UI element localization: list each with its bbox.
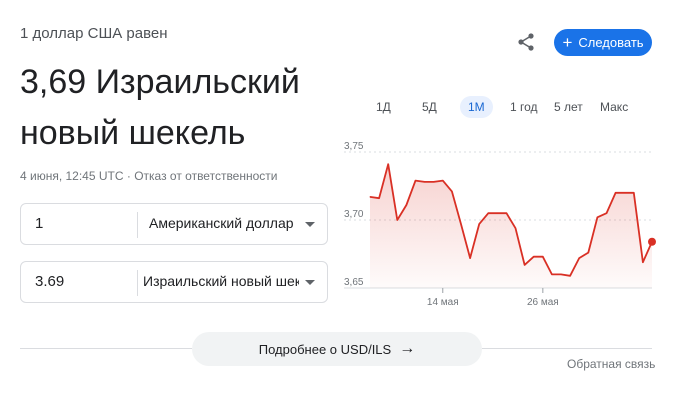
tab-5y[interactable]: 5 лет — [546, 96, 591, 118]
rate-date: 4 июня, 12:45 UTC — [20, 169, 124, 183]
chart-data-point — [606, 212, 607, 214]
chart-data-point — [487, 212, 489, 214]
chart-data-point — [615, 192, 617, 194]
chevron-down-icon[interactable] — [305, 222, 315, 227]
arrow-right-icon: → — [399, 340, 416, 357]
more-about-label: Подробнее о USD/ILS — [258, 341, 392, 357]
rate-meta: 4 июня, 12:45 UTC · Отказ от ответственн… — [20, 169, 277, 183]
chart-y-tick-label: 3,65 — [344, 277, 364, 288]
chart-data-point — [378, 197, 380, 199]
chart-data-point — [569, 275, 571, 277]
chart-data-point — [424, 181, 426, 183]
chart-x-tick-label: 14 мая — [427, 297, 459, 308]
chart-data-point — [460, 223, 462, 225]
chart-data-point — [478, 223, 480, 225]
follow-button[interactable]: + Следовать — [554, 29, 652, 56]
divider — [482, 348, 652, 349]
chart-data-point — [515, 227, 516, 229]
chart-data-point — [369, 196, 371, 198]
chart-data-point — [596, 216, 598, 218]
to-currency-select[interactable]: Израильский новый шекель — [143, 273, 299, 289]
tab-max[interactable]: Макс — [592, 96, 636, 118]
tab-1y[interactable]: 1 год — [502, 96, 546, 118]
rate-value: 3,69 Израильский — [20, 63, 300, 101]
conversion-subtitle: 1 доллар США равен — [20, 25, 168, 42]
chart-data-point — [433, 181, 435, 183]
from-amount-value[interactable]: 1 — [35, 215, 43, 232]
plus-icon: + — [562, 33, 573, 52]
chart-data-point — [405, 204, 407, 206]
chart-data-point — [451, 190, 453, 192]
rate-currency-name: новый шекель — [20, 114, 246, 152]
chart-data-point — [442, 180, 444, 182]
chart-data-point — [469, 257, 471, 259]
chart-data-point — [542, 256, 544, 258]
disclaimer-link[interactable]: Отказ от ответственности — [134, 169, 277, 183]
chart-data-point — [496, 212, 498, 214]
chart-data-point — [633, 192, 635, 194]
follow-label: Следовать — [578, 35, 644, 50]
to-amount-value[interactable]: 3.69 — [35, 273, 64, 290]
chart-data-point — [524, 264, 526, 266]
chart-data-point — [551, 273, 553, 275]
chart-y-tick-label: 3,75 — [344, 141, 364, 152]
chart-data-point — [415, 180, 416, 182]
more-about-button[interactable]: Подробнее о USD/ILS → — [192, 332, 482, 366]
field-separator — [137, 270, 138, 296]
field-separator — [137, 212, 138, 238]
tab-5d[interactable]: 5Д — [414, 96, 445, 118]
tab-1d[interactable]: 1Д — [368, 96, 399, 118]
chart-data-point — [560, 273, 562, 275]
chart-data-point — [624, 192, 626, 194]
chart-area-fill — [370, 164, 652, 288]
chart-data-point — [396, 219, 398, 221]
from-amount-field[interactable]: 1 Американский доллар — [20, 203, 328, 245]
to-amount-field[interactable]: 3.69 Израильский новый шекель — [20, 261, 328, 303]
tab-1m[interactable]: 1М — [460, 96, 493, 118]
chart-data-point — [587, 252, 589, 254]
divider — [20, 348, 192, 349]
exchange-rate-chart[interactable]: 3,75 3,70 3,65 14 мая 26 мая — [330, 140, 660, 315]
chart-data-point — [578, 257, 580, 259]
chart-data-point — [642, 261, 644, 263]
chart-data-point — [387, 163, 389, 165]
feedback-link[interactable]: Обратная связь — [567, 357, 655, 371]
chart-data-point — [533, 256, 535, 258]
share-icon[interactable] — [516, 32, 536, 52]
chart-current-point — [648, 237, 656, 246]
chart-y-tick-label: 3,70 — [344, 209, 364, 220]
from-currency-select[interactable]: Американский доллар — [149, 215, 299, 231]
chart-data-point — [506, 212, 507, 214]
chart-x-tick-label: 26 мая — [527, 297, 559, 308]
meta-separator: · — [123, 169, 135, 183]
chevron-down-icon[interactable] — [305, 280, 315, 285]
